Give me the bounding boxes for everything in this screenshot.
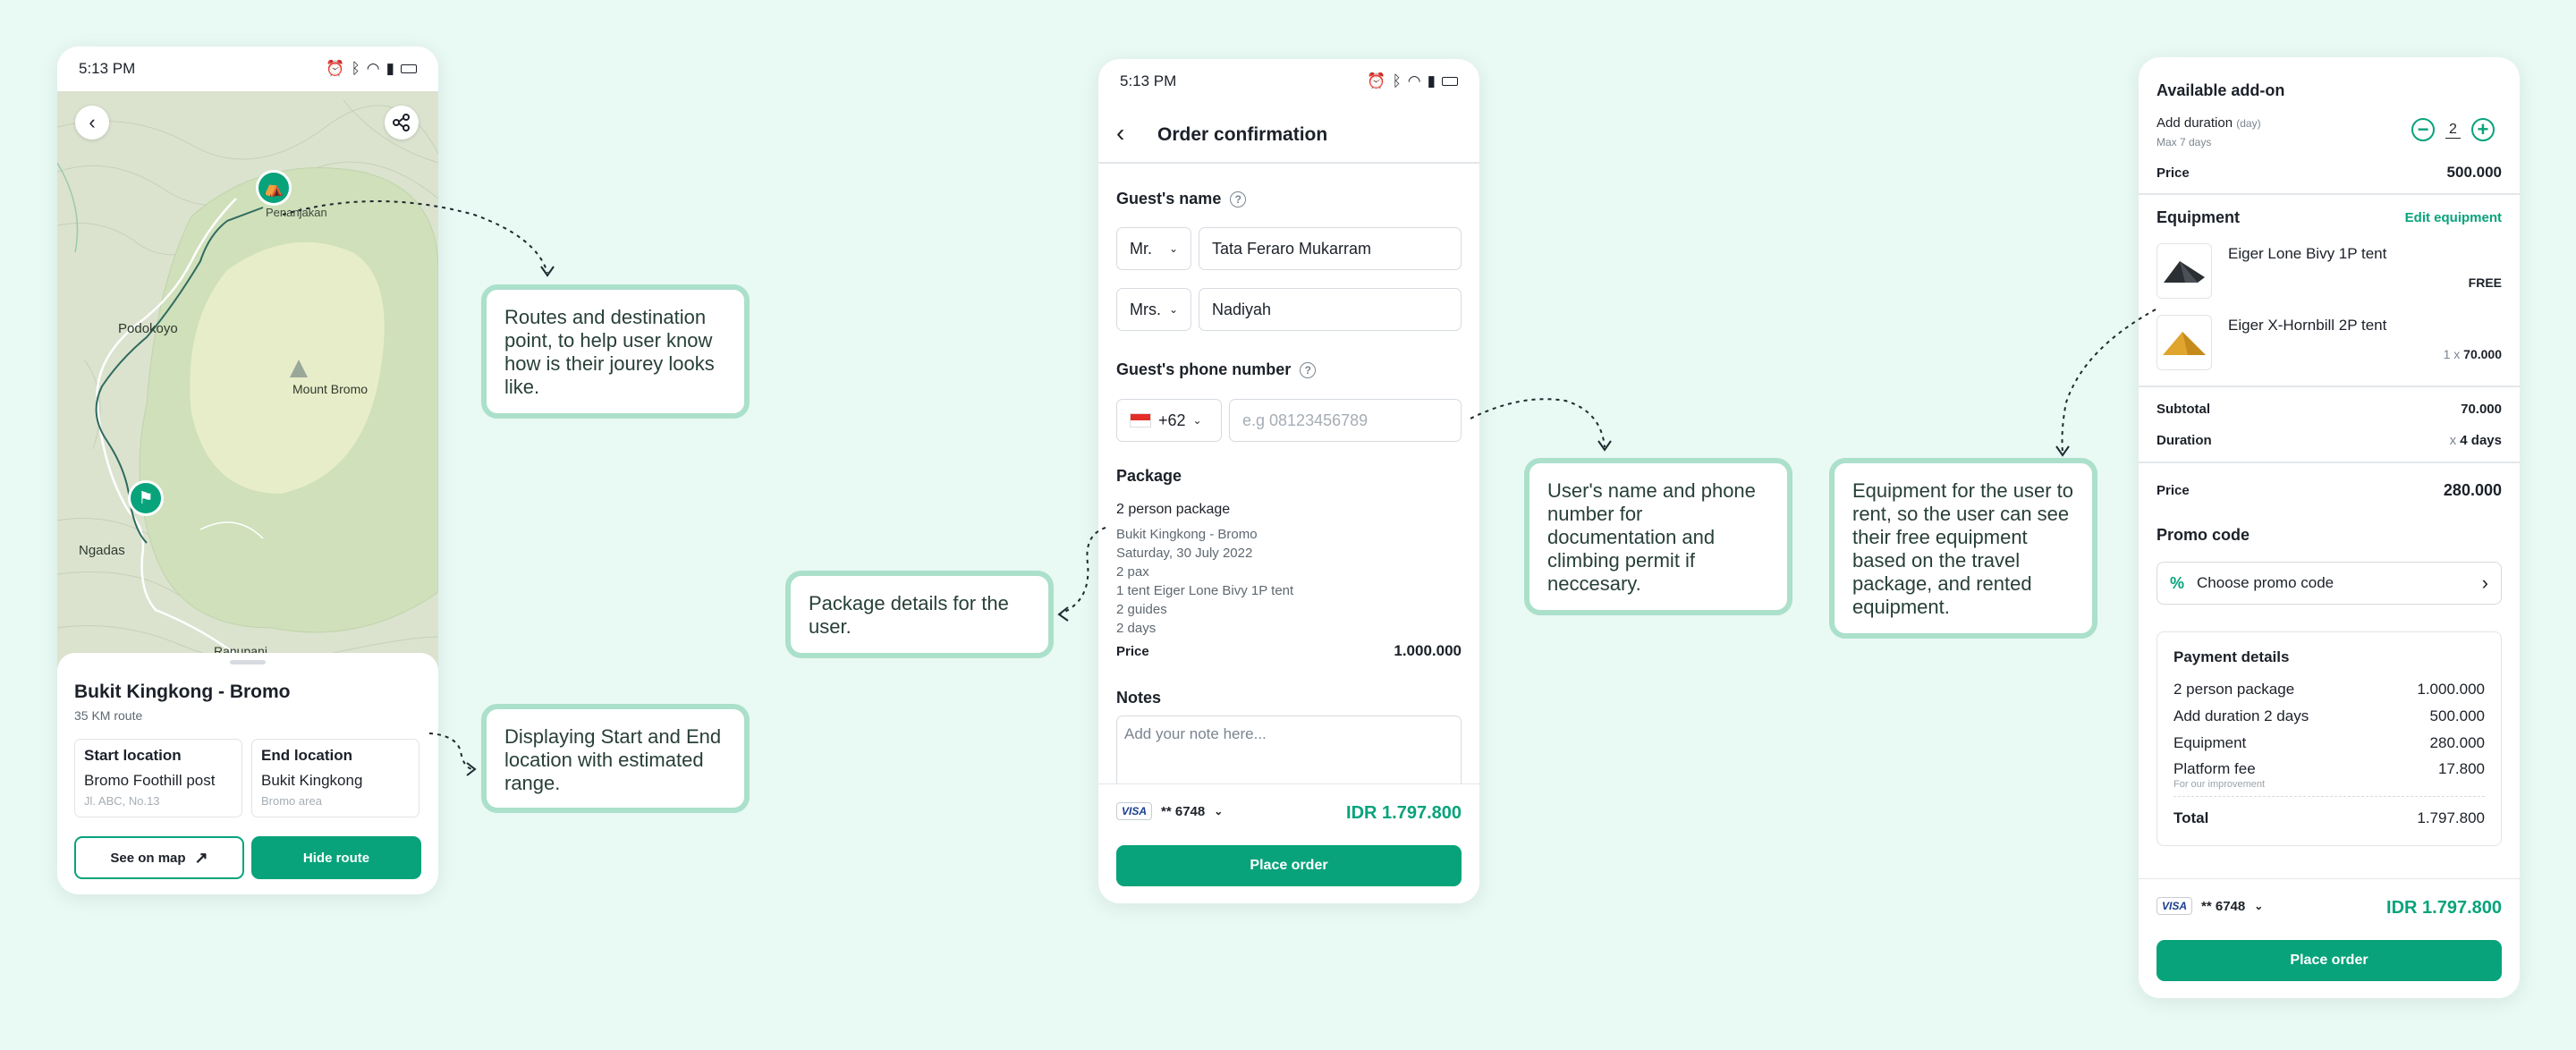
connector-route <box>282 200 548 274</box>
connector-package <box>1060 527 1106 614</box>
connector-equipment <box>2061 309 2157 453</box>
connector-name-phone <box>1470 398 1606 448</box>
connector-lines <box>282 200 2157 776</box>
connector-locations <box>428 732 473 770</box>
